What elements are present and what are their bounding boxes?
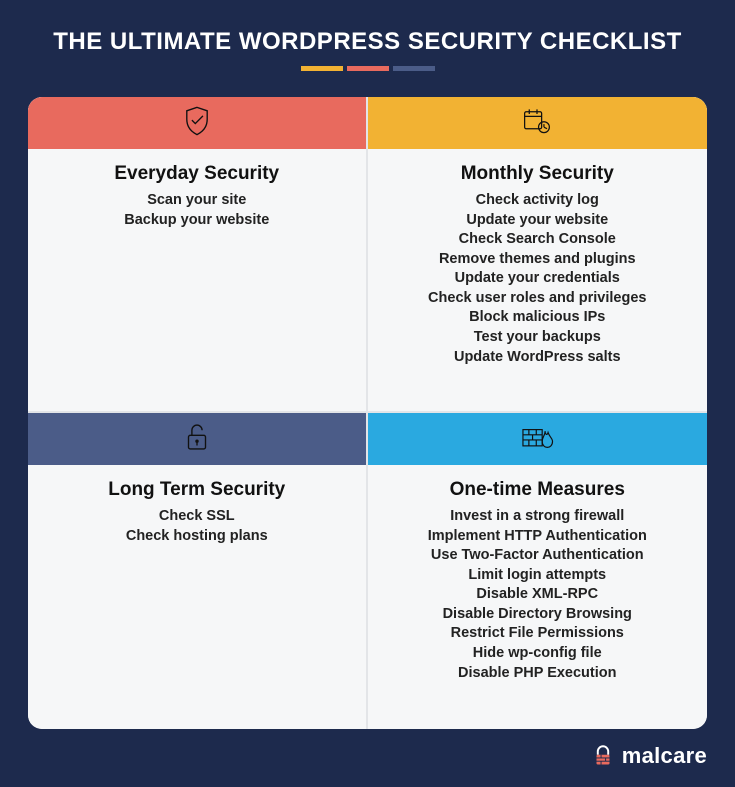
card-title: One-time Measures [380, 479, 696, 501]
brand-lock-icon [590, 743, 616, 769]
list-item: Check SSL [40, 507, 354, 527]
checklist-grid: Everyday Security Scan your site Backup … [28, 97, 707, 729]
card-header [28, 97, 366, 149]
card-header [28, 413, 366, 465]
card-items: Check activity log Update your website C… [380, 191, 696, 367]
page-title: THE ULTIMATE WORDPRESS SECURITY CHECKLIS… [28, 28, 707, 56]
list-item: Hide wp-config file [380, 644, 696, 664]
card-title: Long Term Security [40, 479, 354, 501]
list-item: Invest in a strong firewall [380, 507, 696, 527]
card-title: Everyday Security [40, 163, 354, 185]
list-item: Implement HTTP Authentication [380, 527, 696, 547]
list-item: Use Two-Factor Authentication [380, 546, 696, 566]
list-item: Check Search Console [380, 230, 696, 250]
card-items: Check SSL Check hosting plans [40, 507, 354, 546]
card-header [368, 413, 708, 465]
list-item: Remove themes and plugins [380, 250, 696, 270]
list-item: Scan your site [40, 191, 354, 211]
list-item: Disable XML-RPC [380, 585, 696, 605]
list-item: Check user roles and privileges [380, 289, 696, 309]
card-long-term-security: Long Term Security Check SSL Check hosti… [28, 413, 368, 729]
title-underline [28, 66, 707, 71]
footer: malcare [28, 743, 707, 769]
card-header [368, 97, 708, 149]
unlock-icon [180, 420, 214, 459]
list-item: Update your credentials [380, 269, 696, 289]
firewall-icon [520, 420, 554, 459]
list-item: Block malicious IPs [380, 308, 696, 328]
card-everyday-security: Everyday Security Scan your site Backup … [28, 97, 368, 413]
list-item: Limit login attempts [380, 566, 696, 586]
card-one-time-measures: One-time Measures Invest in a strong fir… [368, 413, 708, 729]
card-title: Monthly Security [380, 163, 696, 185]
list-item: Check activity log [380, 191, 696, 211]
list-item: Restrict File Permissions [380, 624, 696, 644]
list-item: Test your backups [380, 328, 696, 348]
card-monthly-security: Monthly Security Check activity log Upda… [368, 97, 708, 413]
list-item: Update WordPress salts [380, 348, 696, 368]
list-item: Update your website [380, 211, 696, 231]
list-item: Disable PHP Execution [380, 664, 696, 684]
shield-check-icon [180, 104, 214, 143]
calendar-clock-icon [520, 104, 554, 143]
brand-name: malcare [622, 743, 707, 769]
list-item: Disable Directory Browsing [380, 605, 696, 625]
card-items: Scan your site Backup your website [40, 191, 354, 230]
card-items: Invest in a strong firewall Implement HT… [380, 507, 696, 683]
list-item: Backup your website [40, 211, 354, 231]
list-item: Check hosting plans [40, 527, 354, 547]
